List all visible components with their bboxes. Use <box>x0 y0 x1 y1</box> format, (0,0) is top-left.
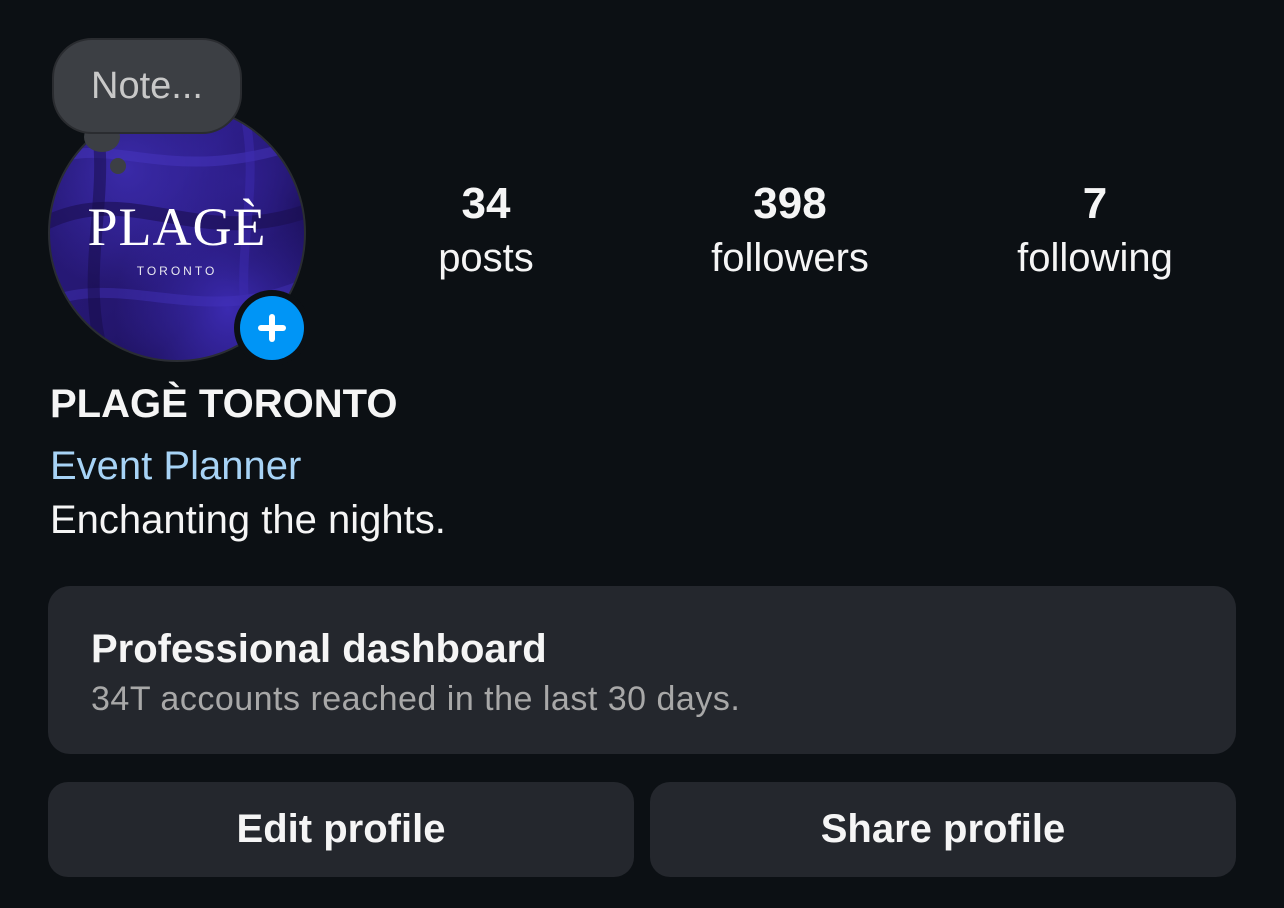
profile-name: PLAGÈ TORONTO <box>50 382 398 426</box>
brand-logo-subtext: TORONTO <box>136 264 218 278</box>
stat-following-label: following <box>1017 236 1173 280</box>
stat-following-count: 7 <box>1082 179 1108 228</box>
stat-followers-label: followers <box>711 236 869 280</box>
stat-posts[interactable]: 34 posts <box>366 176 606 284</box>
profile-category[interactable]: Event Planner <box>50 444 301 489</box>
note-bubble[interactable]: Note... <box>52 38 242 174</box>
stat-posts-count: 34 <box>461 179 511 228</box>
stat-followers-count: 398 <box>753 179 827 228</box>
share-profile-button[interactable]: Share profile <box>650 782 1236 877</box>
plus-icon <box>240 296 304 360</box>
profile-header: PLAGÈ TORONTO Note... 34 posts 398 follo… <box>0 0 1284 908</box>
stat-posts-label: posts <box>438 236 534 280</box>
edit-profile-button[interactable]: Edit profile <box>48 782 634 877</box>
stat-followers[interactable]: 398 followers <box>670 176 910 284</box>
dashboard-title: Professional dashboard <box>91 627 547 671</box>
note-placeholder: Note... <box>52 38 242 134</box>
brand-logo: PLAGÈ <box>87 197 267 257</box>
note-tail-dot <box>110 158 126 174</box>
professional-dashboard-card[interactable]: Professional dashboard 34T accounts reac… <box>48 586 1236 754</box>
dashboard-subtitle: 34T accounts reached in the last 30 days… <box>91 680 741 718</box>
add-story-button[interactable] <box>234 290 310 366</box>
profile-bio: Enchanting the nights. <box>50 498 446 542</box>
stat-following[interactable]: 7 following <box>975 176 1215 284</box>
